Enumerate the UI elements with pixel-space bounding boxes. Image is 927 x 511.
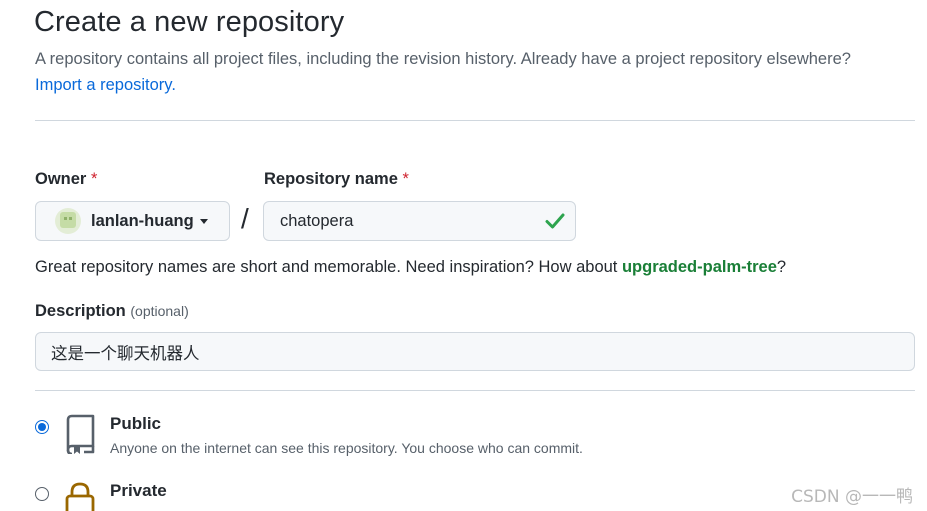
private-option-title: Private	[110, 481, 167, 500]
description-label-text: Description	[35, 302, 126, 320]
repository-name-required-mark: *	[402, 170, 409, 188]
private-radio[interactable]	[35, 487, 49, 501]
header-divider	[35, 120, 915, 121]
name-suggestion-link[interactable]: upgraded-palm-tree	[622, 258, 777, 276]
description-label: Description (optional)	[35, 302, 189, 321]
owner-required-mark: *	[90, 170, 98, 188]
caret-down-icon	[199, 218, 208, 224]
repository-name-label: Repository name *	[264, 170, 409, 189]
page-title: Create a new repository	[34, 6, 345, 38]
hint-text: Great repository names are short and mem…	[35, 258, 622, 276]
repo-book-icon	[66, 414, 95, 454]
import-repository-link[interactable]: Import a repository.	[35, 76, 176, 95]
repository-name-label-text: Repository name	[264, 170, 398, 188]
avatar	[55, 208, 81, 234]
public-radio[interactable]	[35, 420, 49, 434]
description-field[interactable]	[35, 332, 915, 371]
check-icon	[545, 213, 565, 229]
csdn-watermark: CSDN @一一鸭	[791, 487, 913, 507]
repository-name-hint: Great repository names are short and mem…	[35, 258, 786, 277]
repository-name-field[interactable]	[263, 201, 576, 241]
owner-repo-separator: /	[241, 203, 249, 234]
owner-label-text: Owner	[35, 170, 87, 188]
description-input[interactable]	[51, 342, 891, 361]
description-optional-tag: (optional)	[130, 303, 189, 319]
lock-icon	[65, 482, 95, 511]
section-divider	[35, 390, 915, 391]
page-subtitle: A repository contains all project files,…	[35, 50, 851, 68]
public-option-title: Public	[110, 414, 162, 433]
repository-name-input[interactable]	[280, 211, 520, 231]
owner-name: lanlan-huang	[91, 211, 194, 230]
hint-suffix: ?	[776, 258, 787, 276]
public-option-description: Anyone on the internet can see this repo…	[110, 440, 583, 456]
owner-label: Owner *	[35, 170, 97, 189]
owner-select-button[interactable]: lanlan-huang	[35, 201, 230, 241]
